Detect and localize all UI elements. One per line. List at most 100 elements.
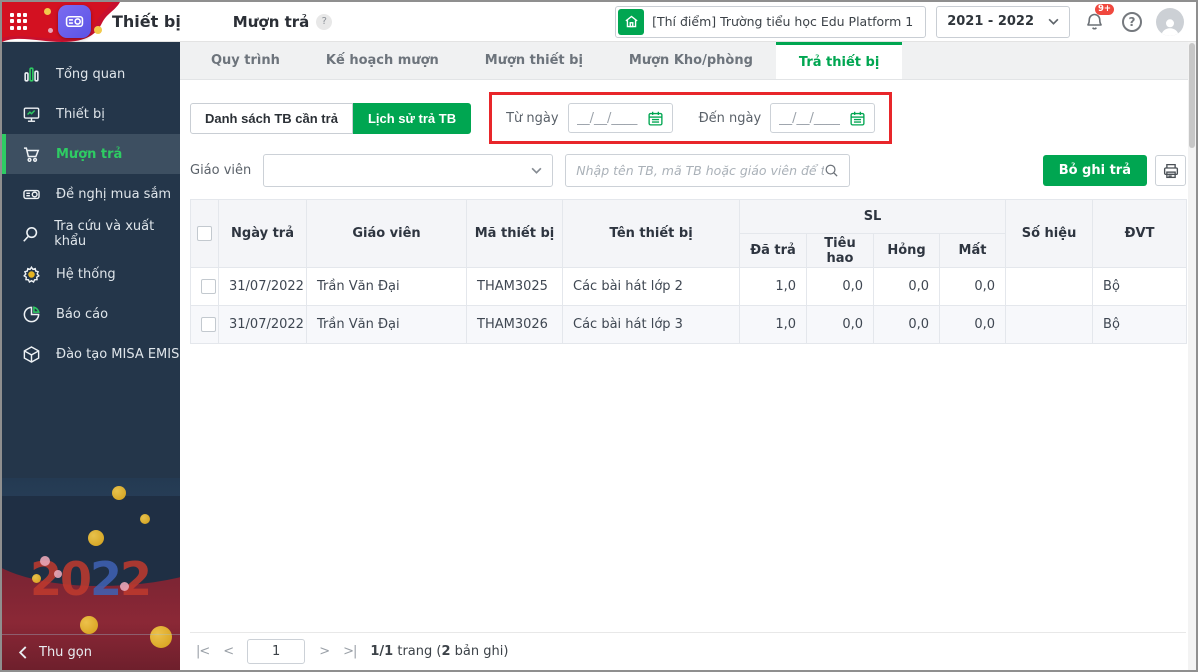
search-icon[interactable] [824, 163, 839, 178]
school-year-dropdown[interactable]: 2021 - 2022 [936, 5, 1070, 38]
help-button[interactable]: ? [1118, 8, 1146, 36]
sidebar-item-thiet-bi[interactable]: Thiết bị [2, 94, 180, 134]
calendar-icon[interactable] [647, 110, 664, 127]
col-tieu-hao: Tiêu hao [806, 233, 874, 268]
tab-label: Mượn Kho/phòng [628, 53, 753, 68]
print-button[interactable] [1155, 155, 1186, 186]
cart-icon [19, 145, 43, 164]
school-selector[interactable]: [Thí điểm] Trường tiểu học Edu Platform … [615, 5, 927, 38]
coin-decor [32, 574, 41, 583]
cell-device-code: THAM3025 [466, 267, 563, 306]
notification-bell-button[interactable]: 9+ [1080, 3, 1114, 36]
app-launcher-icon[interactable] [10, 12, 28, 31]
from-date-input[interactable] [576, 110, 639, 126]
printer-icon [1163, 163, 1178, 178]
sidebar-item-he-thong[interactable]: Hệ thống [2, 254, 180, 294]
sidebar-item-label: Tra cứu và xuất khẩu [54, 219, 155, 249]
blossom-decor [120, 582, 129, 591]
tab-label: Quy trình [211, 53, 280, 68]
cell-lost: 0,0 [938, 305, 1007, 344]
sidebar-item-tra-cuu[interactable]: Tra cứu và xuất khẩu [2, 214, 180, 254]
view-segmented-control: Danh sách TB cần trả Lịch sử trả TB [190, 102, 472, 134]
home-icon [618, 8, 645, 35]
tab-quy-trinh[interactable]: Quy trình [188, 42, 303, 79]
next-page-button[interactable]: > [319, 644, 330, 659]
cancel-return-button[interactable]: Bỏ ghi trả [1042, 155, 1147, 186]
search-input[interactable] [576, 163, 825, 178]
first-page-button[interactable]: |< [196, 644, 210, 659]
page-number-input[interactable]: 1 [247, 639, 306, 664]
tab-label: Mượn thiết bị [484, 53, 583, 68]
sidebar-item-tong-quan[interactable]: Tổng quan [2, 54, 180, 94]
col-so-hieu: Số hiệu [1005, 199, 1094, 268]
return-history-table: Ngày trả Giáo viên Mã thiết bị Tên thiết… [190, 199, 1188, 344]
list-to-return-button[interactable]: Danh sách TB cần trả [190, 102, 353, 134]
cell-broken: 0,0 [873, 267, 940, 306]
to-date-field[interactable] [770, 103, 876, 133]
tab-tra-thiet-bi[interactable]: Trả thiết bị [775, 42, 903, 79]
col-ten-thiet-bi: Tên thiết bị [562, 199, 740, 268]
pie-chart-icon [19, 305, 43, 324]
sidebar-item-label: Báo cáo [56, 306, 109, 322]
to-date-group: Đến ngày [699, 103, 876, 133]
table-row[interactable]: 31/07/2022 Trần Văn Đại THAM3026 Các bài… [190, 305, 1188, 344]
tab-ke-hoach-muon[interactable]: Kế hoạch mượn [303, 42, 462, 79]
search-box[interactable] [565, 154, 851, 187]
cell-device-name: Các bài hát lớp 3 [562, 305, 740, 344]
tab-muon-kho-phong[interactable]: Mượn Kho/phòng [606, 42, 776, 79]
sidebar-collapse-button[interactable]: Thu gọn [2, 634, 180, 670]
cell-consumed: 0,0 [806, 305, 874, 344]
chevron-down-icon [1048, 18, 1059, 25]
scrollbar-thumb[interactable] [1189, 43, 1195, 148]
sidebar-item-dao-tao[interactable]: Đào tạo MISA EMIS [2, 334, 180, 374]
sidebar-item-de-nghi-mua-sam[interactable]: Đề nghị mua sắm [2, 174, 180, 214]
cell-consumed: 0,0 [806, 267, 874, 306]
tab-muon-thiet-bi[interactable]: Mượn thiết bị [462, 42, 606, 79]
tabbar: Quy trình Kế hoạch mượn Mượn thiết bị Mư… [180, 42, 1196, 80]
select-all-checkbox[interactable] [197, 226, 212, 241]
sidebar-item-bao-cao[interactable]: Báo cáo [2, 294, 180, 334]
coin-decor [88, 530, 104, 546]
gold-dot-decor [44, 7, 51, 15]
school-name: [Thí điểm] Trường tiểu học Edu Platform … [652, 14, 914, 29]
device-app-logo[interactable] [58, 4, 91, 38]
teacher-dropdown[interactable] [263, 154, 554, 187]
collapse-label: Thu gọn [39, 645, 92, 660]
col-giao-vien: Giáo viên [306, 199, 467, 268]
page-help-icon[interactable]: ? [316, 13, 333, 30]
main-area: Quy trình Kế hoạch mượn Mượn thiết bị Mư… [180, 42, 1196, 670]
row-checkbox[interactable] [201, 317, 216, 332]
row-checkbox[interactable] [201, 279, 216, 294]
coin-decor [112, 486, 126, 500]
chevron-left-icon [18, 646, 27, 659]
from-date-group: Từ ngày [506, 103, 673, 133]
calendar-icon[interactable] [849, 110, 866, 127]
vertical-scrollbar[interactable] [1188, 42, 1196, 670]
record-count: 2 [441, 644, 451, 659]
cell-device-code: THAM3026 [466, 305, 563, 344]
cell-returned: 1,0 [739, 267, 807, 306]
col-hong: Hỏng [873, 233, 940, 268]
prev-page-button[interactable]: < [223, 644, 234, 659]
actions-right: Bỏ ghi trả [1042, 155, 1186, 186]
blossom-dot-decor [48, 27, 53, 33]
to-date-label: Đến ngày [698, 110, 762, 126]
last-page-button[interactable]: >| [343, 644, 357, 659]
blossom-decor [54, 570, 62, 578]
user-avatar[interactable] [1156, 7, 1184, 36]
return-history-button[interactable]: Lịch sử trả TB [352, 102, 472, 134]
table-row[interactable]: 31/07/2022 Trần Văn Đại THAM3025 Các bài… [190, 267, 1188, 306]
to-date-input[interactable] [779, 110, 842, 126]
topbar: Thiết bị Mượn trả ? [Thí điểm] Trường ti… [2, 2, 1196, 42]
tab-content: Danh sách TB cần trả Lịch sử trả TB Từ n… [180, 80, 1196, 670]
sidebar-item-muon-tra[interactable]: Mượn trả [2, 134, 180, 174]
notification-badge: 9+ [1094, 3, 1114, 15]
sidebar: Tổng quan Thiết bị Mượn trả Đề nghị mua … [2, 42, 180, 670]
from-date-field[interactable] [567, 103, 673, 133]
sidebar-item-label: Mượn trả [56, 146, 123, 162]
col-ngay-tra: Ngày trả [218, 199, 307, 268]
gold-dot-decor [94, 25, 102, 34]
coin-decor [140, 514, 150, 524]
cell-lost: 0,0 [938, 267, 1007, 306]
